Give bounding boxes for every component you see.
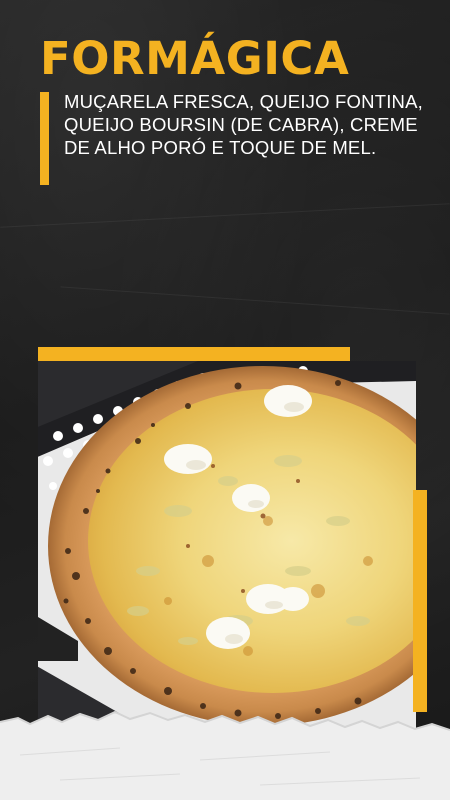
accent-bar	[40, 92, 49, 185]
frame-accent-top	[38, 347, 350, 361]
torn-paper-edge	[0, 710, 450, 800]
product-title: FORMÁGICA	[40, 32, 350, 85]
product-description: MUÇARELA FRESCA, QUEIJO FONTINA, QUEIJO …	[64, 91, 423, 158]
pizza-photo	[38, 361, 416, 741]
frame-accent-right	[413, 490, 427, 712]
